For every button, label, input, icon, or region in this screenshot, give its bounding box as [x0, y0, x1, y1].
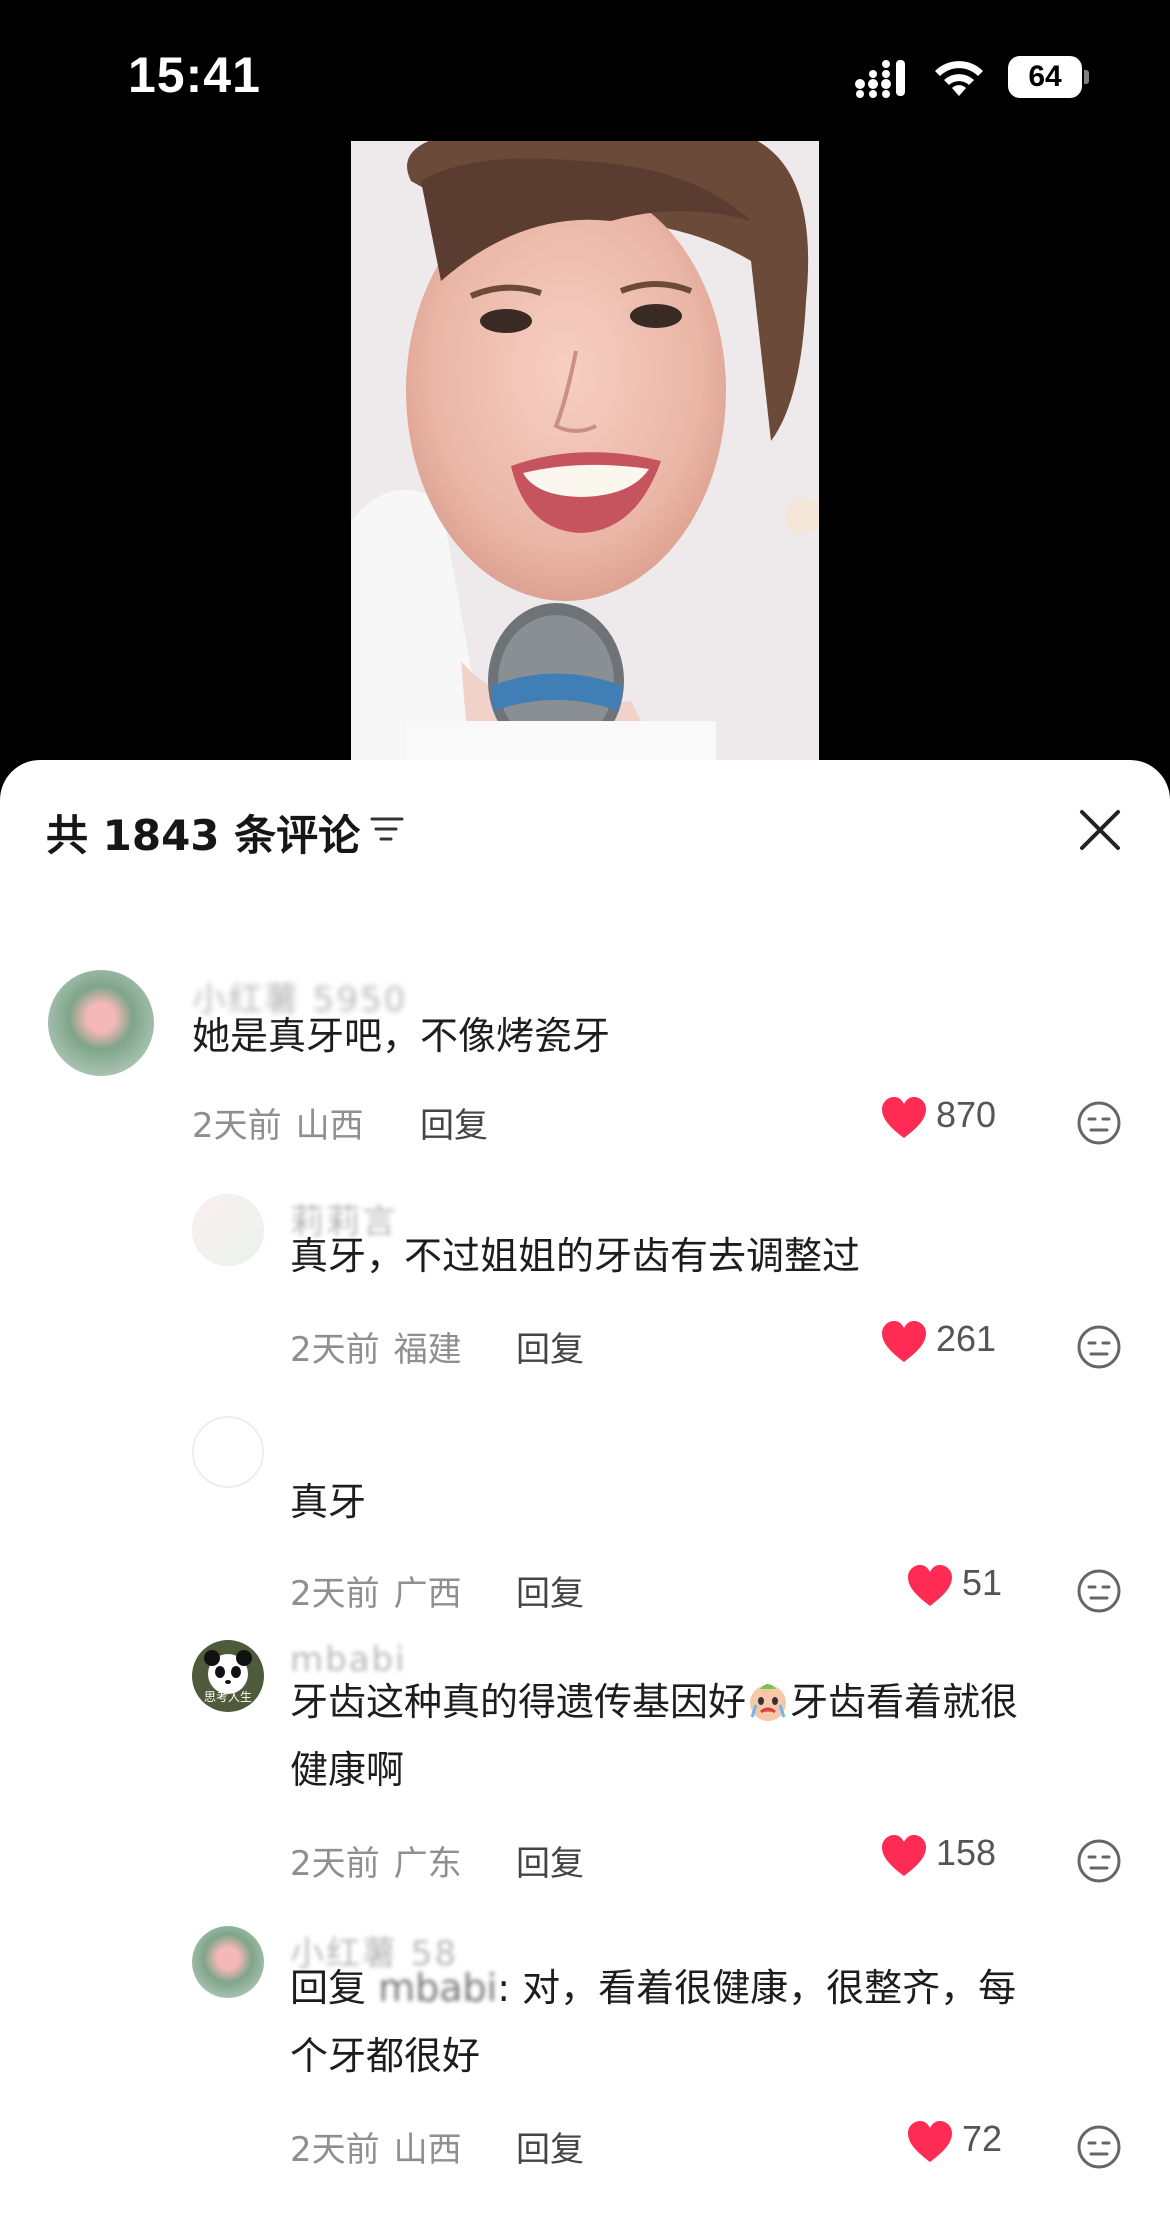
comment-time: 2天前 — [290, 1574, 380, 1614]
comment-meta: 2天前 广西 — [290, 1566, 462, 1615]
reply-button[interactable]: 回复 — [516, 1322, 584, 1371]
heart-icon — [908, 1565, 952, 1606]
dislike-icon[interactable] — [1076, 1568, 1122, 1614]
comment-location: 广东 — [393, 1844, 462, 1884]
like-button[interactable]: 870 — [880, 1094, 1010, 1142]
comment-time: 2天前 — [192, 1106, 282, 1146]
crying-face-emoji-icon — [750, 1684, 787, 1721]
comment-time: 2天前 — [290, 1844, 380, 1884]
video-preview[interactable] — [351, 141, 819, 781]
heart-icon — [882, 1097, 926, 1138]
comment-sheet-header: 共 1843 条评论 — [0, 760, 1170, 900]
like-button[interactable]: 72 — [906, 2118, 1016, 2166]
like-count: 870 — [936, 1094, 997, 1135]
heart-icon — [882, 1321, 926, 1362]
avatar[interactable] — [192, 1926, 264, 1998]
comment-text: 真牙 — [290, 1480, 367, 1524]
comment-time: 2天前 — [290, 1330, 380, 1370]
dislike-icon[interactable] — [1076, 1838, 1122, 1884]
dislike-icon[interactable] — [1076, 1100, 1122, 1146]
avatar[interactable]: 思考人生 — [192, 1640, 264, 1712]
avatar[interactable] — [192, 1194, 264, 1266]
like-count: 51 — [962, 1562, 1003, 1603]
like-button[interactable]: 51 — [906, 1562, 1016, 1610]
comment-meta: 2天前 福建 — [290, 1322, 462, 1371]
close-icon[interactable] — [1076, 806, 1124, 854]
like-button[interactable]: 261 — [880, 1318, 1010, 1366]
comment-text: 牙齿这种真的得遗传基因好 牙齿看着就很 健康啊 — [290, 1680, 1019, 1792]
wifi-icon — [935, 61, 983, 96]
like-button[interactable]: 158 — [880, 1832, 1010, 1880]
like-count: 261 — [936, 1318, 997, 1359]
comment-text: 她是真牙吧，不像烤瓷牙 — [192, 1014, 611, 1058]
like-count: 72 — [962, 2118, 1003, 2159]
comment-meta: 2天前 山西 — [192, 1098, 364, 1147]
reply-button[interactable]: 回复 — [516, 1566, 584, 1615]
sort-filter-icon[interactable] — [370, 812, 404, 846]
video-frame-illustration — [351, 141, 819, 781]
comment-meta: 2天前 山西 — [290, 2122, 462, 2171]
comment-time: 2天前 — [290, 2130, 380, 2170]
comment-text: 真牙，不过姐姐的牙齿有去调整过 — [290, 1234, 861, 1278]
status-time: 15:41 — [128, 47, 261, 103]
heart-icon — [908, 2121, 952, 2162]
comment-location: 山西 — [295, 1106, 364, 1146]
cellular-signal-icon — [855, 60, 905, 98]
reply-button[interactable]: 回复 — [420, 1098, 488, 1147]
avatar[interactable] — [192, 1416, 264, 1488]
comment-location: 福建 — [393, 1330, 462, 1370]
comment-location: 广西 — [393, 1574, 462, 1614]
dislike-icon[interactable] — [1076, 1324, 1122, 1370]
reply-button[interactable]: 回复 — [516, 2122, 584, 2171]
avatar-caption: 思考人生 — [203, 1690, 252, 1704]
comment-text: 回复 mbabi: 对，看着很健康，很整齐，每 个牙都很好 — [290, 1966, 1017, 2078]
comment-meta: 2天前 广东 — [290, 1836, 462, 1885]
battery-icon: 64 — [1008, 56, 1089, 98]
avatar[interactable] — [48, 970, 154, 1076]
comment-sheet: 共 1843 条评论 小红薯 5950 她是真牙吧，不像烤瓷牙 2天前 山西 回复… — [0, 760, 1170, 2220]
heart-icon — [882, 1835, 926, 1876]
status-bar: 15:41 64 — [0, 0, 1170, 140]
comment-count-title: 共 1843 条评论 — [46, 811, 361, 860]
comment-location: 山西 — [393, 2130, 462, 2170]
dislike-icon[interactable] — [1076, 2124, 1122, 2170]
like-count: 158 — [936, 1832, 997, 1873]
reply-button[interactable]: 回复 — [516, 1836, 584, 1885]
battery-level: 64 — [1008, 56, 1082, 98]
